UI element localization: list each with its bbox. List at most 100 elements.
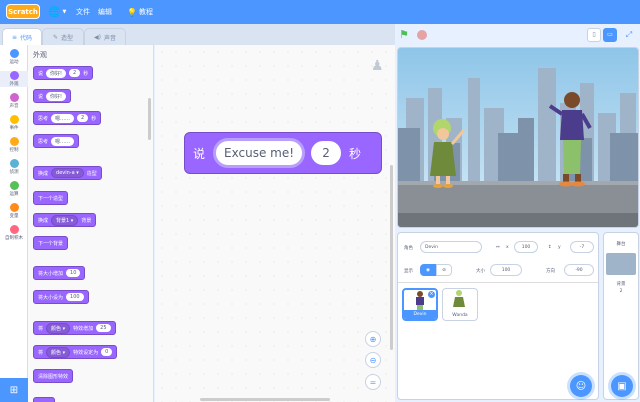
file-menu[interactable]: 文件 bbox=[76, 6, 90, 18]
fullscreen-button[interactable]: ⤢ bbox=[622, 28, 636, 42]
category-sound[interactable]: 声音 bbox=[0, 93, 28, 109]
flyout-title: 外观 bbox=[33, 51, 47, 59]
sprite-ghost-icon: ♟ bbox=[371, 58, 384, 74]
say-block-secs-input[interactable]: 2 bbox=[311, 141, 342, 165]
block-input[interactable]: 0 bbox=[101, 348, 113, 356]
tab-code[interactable]: ≡ 代码 bbox=[2, 28, 42, 45]
block-text: 造型 bbox=[86, 170, 97, 177]
block-input[interactable]: 10 bbox=[66, 269, 81, 277]
block-text: 将 bbox=[38, 325, 44, 332]
block-set-size[interactable]: 将大小设为 100 bbox=[33, 290, 89, 304]
block-think[interactable]: 思考 嗯…… bbox=[33, 134, 80, 148]
y-field[interactable]: -7 bbox=[570, 241, 594, 253]
costume-dropdown[interactable]: devin-a ▾ bbox=[51, 168, 84, 178]
stage-target-pane[interactable]: 舞台 背景 2 ▣ bbox=[603, 232, 639, 400]
block-text: 将大小设为 bbox=[38, 294, 64, 301]
block-input[interactable]: 2 bbox=[69, 69, 81, 77]
hide-button[interactable]: ⊘ bbox=[436, 264, 452, 276]
zoom-in-button[interactable]: ⊕ bbox=[365, 331, 381, 347]
wanda-thumbnail-icon bbox=[453, 290, 465, 307]
choose-backdrop-button[interactable]: ▣ bbox=[611, 375, 633, 397]
workspace-vertical-scrollbar[interactable] bbox=[390, 165, 393, 350]
block-flyout: 外观 说 你好! 2 秒 说 你好! 思考 嗯…… 2 秒 思考 嗯…… 换成 … bbox=[28, 45, 154, 402]
tab-costumes[interactable]: ✎ 造型 bbox=[42, 28, 84, 45]
language-menu[interactable]: 🌐 ▼ bbox=[48, 6, 66, 18]
tab-sounds[interactable]: ◀) 声音 bbox=[84, 28, 126, 45]
sprite-thumb-wanda[interactable]: Wanda bbox=[442, 288, 478, 321]
size-field[interactable]: 100 bbox=[490, 264, 522, 276]
block-switch-costume[interactable]: 换成 devin-a ▾ 造型 bbox=[33, 166, 102, 180]
direction-field[interactable]: -90 bbox=[564, 264, 594, 276]
tab-costumes-label: 造型 bbox=[61, 34, 74, 42]
block-text: 思考 bbox=[38, 115, 49, 122]
block-next-costume[interactable]: 下一个造型 bbox=[33, 191, 69, 205]
block-text: 换成 bbox=[38, 217, 49, 224]
block-input[interactable]: 嗯…… bbox=[51, 113, 75, 123]
edit-menu[interactable]: 编辑 bbox=[98, 6, 112, 18]
category-events[interactable]: 事件 bbox=[0, 115, 28, 131]
stage-thumbnail[interactable] bbox=[606, 253, 636, 275]
category-operators[interactable]: 运算 bbox=[0, 181, 28, 197]
category-my-blocks[interactable]: 自制积木 bbox=[0, 225, 28, 241]
dropdown-value: devin-a bbox=[56, 170, 75, 176]
category-sensing[interactable]: 侦测 bbox=[0, 159, 28, 175]
block-input[interactable]: 嗯…… bbox=[51, 136, 75, 146]
block-think-for-secs[interactable]: 思考 嗯…… 2 秒 bbox=[33, 111, 102, 125]
flyout-scrollbar[interactable] bbox=[148, 98, 151, 140]
block-input[interactable]: 25 bbox=[96, 324, 111, 332]
script-workspace[interactable] bbox=[155, 45, 395, 402]
delete-sprite-button[interactable]: × bbox=[428, 291, 435, 298]
sprite-name-field[interactable]: Devin bbox=[420, 241, 482, 253]
category-looks[interactable]: 外观 bbox=[0, 71, 28, 87]
fullscreen-icon: ⤢ bbox=[625, 30, 633, 39]
zoom-reset-button[interactable]: = bbox=[365, 374, 381, 390]
scratch-logo[interactable]: Scratch bbox=[6, 4, 40, 19]
show-visible-button[interactable]: ◉ bbox=[420, 264, 436, 276]
say-block[interactable]: 说 Excuse me! 2 秒 bbox=[184, 132, 382, 174]
effect-dropdown[interactable]: 颜色 ▾ bbox=[46, 322, 71, 334]
choose-sprite-button[interactable]: ☺ bbox=[570, 375, 592, 397]
say-block-text-input[interactable]: Excuse me! bbox=[213, 138, 306, 168]
add-extension-button[interactable]: ⊞ bbox=[0, 378, 28, 402]
block-clear-effects[interactable]: 清除图形特效 bbox=[33, 369, 74, 383]
eye-icon: ◉ bbox=[426, 267, 430, 273]
block-input[interactable]: 100 bbox=[66, 293, 84, 301]
category-variables[interactable]: 变量 bbox=[0, 203, 28, 219]
category-control[interactable]: 控制 bbox=[0, 137, 28, 153]
small-stage-button[interactable]: ▯ bbox=[587, 28, 601, 42]
effect-dropdown[interactable]: 颜色 ▾ bbox=[46, 346, 71, 358]
block-input[interactable]: 你好! bbox=[46, 91, 67, 101]
backdrop-dropdown[interactable]: 背景1 ▾ bbox=[51, 214, 79, 226]
x-label: x bbox=[506, 245, 509, 250]
x-field[interactable]: 100 bbox=[514, 241, 538, 253]
block-input[interactable]: 你好! bbox=[46, 68, 67, 78]
tutorials-menu[interactable]: 💡 教程 bbox=[127, 6, 153, 18]
block-change-effect[interactable]: 将 颜色 ▾ 特效增加 25 bbox=[33, 321, 116, 335]
edit-menu-label: 编辑 bbox=[98, 8, 112, 16]
block-next-backdrop[interactable]: 下一个背景 bbox=[33, 236, 69, 250]
workspace-horizontal-scrollbar[interactable] bbox=[200, 398, 330, 401]
block-change-size[interactable]: 将大小增加 10 bbox=[33, 266, 86, 280]
block-text: 将大小增加 bbox=[38, 270, 64, 277]
backdrops-count: 2 bbox=[619, 289, 623, 294]
block-set-effect[interactable]: 将 颜色 ▾ 特效设定为 0 bbox=[33, 345, 118, 359]
block-text: 将 bbox=[38, 349, 44, 356]
y-label: y bbox=[558, 245, 561, 250]
block-switch-backdrop[interactable]: 换成 背景1 ▾ 背景 bbox=[33, 213, 97, 227]
category-label: 变量 bbox=[9, 214, 19, 219]
category-label: 运动 bbox=[9, 60, 19, 65]
block-input[interactable]: 2 bbox=[77, 114, 89, 122]
stop-button[interactable] bbox=[417, 30, 427, 40]
category-motion[interactable]: 运动 bbox=[0, 49, 28, 65]
stage-header: ⚑ ▯ ▭ ⤢ bbox=[395, 24, 640, 46]
sprite-thumb-devin[interactable]: Devin × bbox=[402, 288, 438, 321]
stage[interactable] bbox=[397, 47, 639, 228]
category-label: 侦测 bbox=[9, 170, 19, 175]
zoom-out-button[interactable]: ⊖ bbox=[365, 352, 381, 368]
y-arrow-icon: ↕ bbox=[548, 245, 552, 250]
block-partial[interactable] bbox=[33, 397, 55, 402]
large-stage-button[interactable]: ▭ bbox=[603, 28, 617, 42]
block-say[interactable]: 说 你好! bbox=[33, 89, 72, 103]
block-say-for-secs[interactable]: 说 你好! 2 秒 bbox=[33, 66, 94, 80]
green-flag-button[interactable]: ⚑ bbox=[399, 28, 413, 42]
